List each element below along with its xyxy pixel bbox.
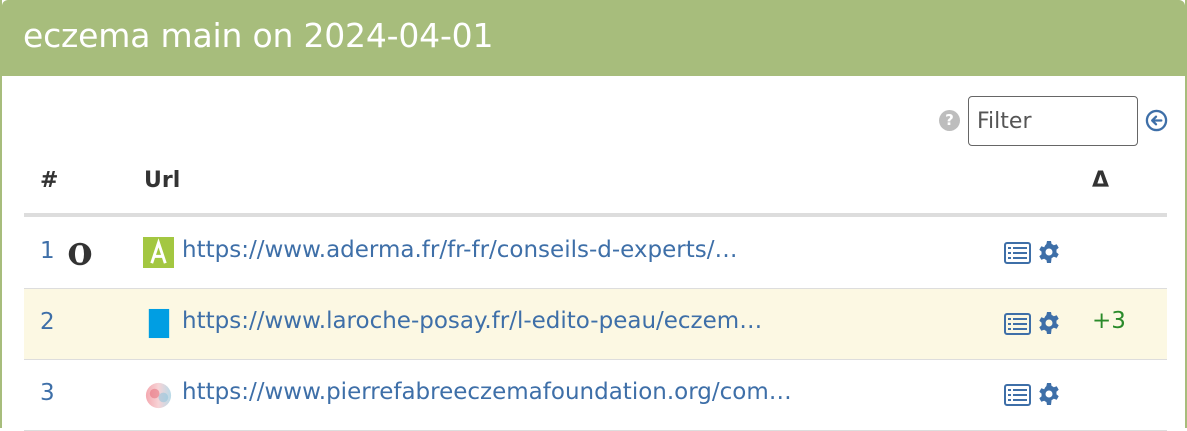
laroche-posay-favicon xyxy=(148,308,170,339)
list-icon[interactable] xyxy=(1004,384,1031,406)
gear-icon[interactable] xyxy=(1037,382,1061,406)
table-row: 2 https://www.laroche-posay.fr/l-edito-p… xyxy=(24,289,1167,360)
column-header-url[interactable]: Url xyxy=(144,168,180,193)
column-header-rank[interactable]: # xyxy=(40,168,58,193)
panel-title: eczema main on 2024-04-01 xyxy=(23,16,494,55)
panel-header: eczema main on 2024-04-01 xyxy=(2,0,1185,76)
header-divider xyxy=(24,213,1167,217)
question-circle-icon[interactable]: ? xyxy=(939,110,960,131)
rank-link[interactable]: 1 xyxy=(40,238,55,264)
url-link[interactable]: https://www.laroche-posay.fr/l-edito-pea… xyxy=(182,308,762,334)
pierre-fabre-favicon xyxy=(145,382,172,409)
rank-link[interactable]: 3 xyxy=(40,380,55,406)
table-row: 1 https://www.aderma.fr/fr-fr/conseils-d… xyxy=(24,218,1167,289)
table-row: 3 https://www.pierrefabreeczemafoundatio… xyxy=(24,360,1167,431)
arrow-circle-left-icon[interactable] xyxy=(1145,109,1168,132)
list-icon[interactable] xyxy=(1004,242,1031,264)
gear-icon[interactable] xyxy=(1037,240,1061,264)
rankings-panel: eczema main on 2024-04-01 ? # Url Δ 1 ht… xyxy=(0,0,1187,431)
aderma-favicon xyxy=(143,237,174,268)
column-header-delta[interactable]: Δ xyxy=(1092,168,1109,193)
half-circle-icon xyxy=(68,242,92,266)
list-icon[interactable] xyxy=(1004,313,1031,335)
filter-input[interactable] xyxy=(968,96,1138,146)
url-link[interactable]: https://www.aderma.fr/fr-fr/conseils-d-e… xyxy=(182,237,737,263)
rank-delta: +3 xyxy=(1092,308,1126,334)
rank-link[interactable]: 2 xyxy=(40,309,55,335)
url-link[interactable]: https://www.pierrefabreeczemafoundation.… xyxy=(182,379,792,405)
gear-icon[interactable] xyxy=(1037,311,1061,335)
